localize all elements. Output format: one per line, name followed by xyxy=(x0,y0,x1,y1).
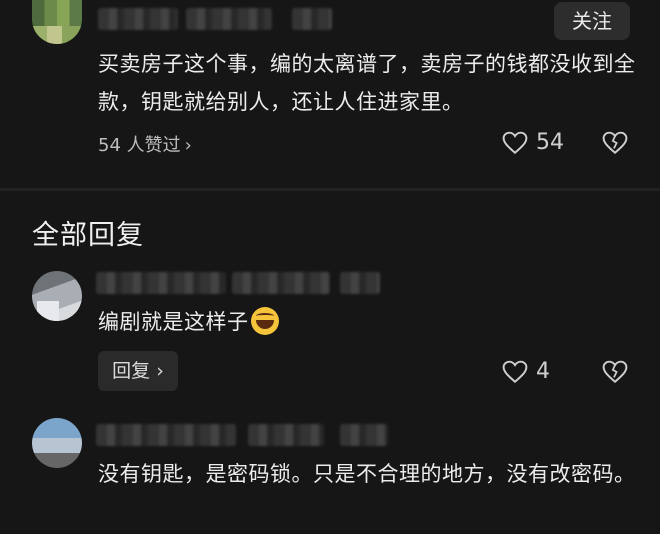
avatar[interactable] xyxy=(32,0,82,44)
chevron-right-icon: › xyxy=(184,135,192,156)
reply-button[interactable]: 回复 › xyxy=(98,351,178,391)
like-count: 4 xyxy=(536,359,550,384)
reply-button-label: 回复 xyxy=(112,360,151,382)
broken-heart-icon[interactable] xyxy=(602,360,628,384)
likes-link[interactable]: 54 人赞过 › xyxy=(98,131,192,157)
heart-outline-icon[interactable] xyxy=(502,131,528,155)
reply-text-line: 编剧就是这样子 xyxy=(98,303,279,341)
user-meta-blurred xyxy=(232,272,330,294)
user-meta-blurred xyxy=(186,8,272,30)
broken-heart-icon[interactable] xyxy=(602,131,628,155)
like-count: 54 xyxy=(536,130,564,155)
user-meta-blurred xyxy=(340,424,388,446)
section-divider xyxy=(0,188,660,191)
username-blurred xyxy=(98,8,178,30)
heart-outline-icon[interactable] xyxy=(502,360,528,384)
chevron-right-icon: › xyxy=(150,360,164,382)
comment-text: 买卖房子这个事，编的太离谱了，卖房子的钱都没收到全款，钥匙就给别人，还让人住进家… xyxy=(98,52,636,114)
reply-text: 编剧就是这样子 xyxy=(98,310,249,334)
avatar[interactable] xyxy=(32,271,82,321)
avatar[interactable] xyxy=(32,418,82,468)
comment-detail-page: 关注 买卖房子这个事，编的太离谱了，卖房子的钱都没收到全款，钥匙就给别人，还让人… xyxy=(0,0,660,534)
top-comment: 关注 买卖房子这个事，编的太离谱了，卖房子的钱都没收到全款，钥匙就给别人，还让人… xyxy=(0,0,660,190)
user-meta-blurred xyxy=(248,424,324,446)
user-meta-blurred xyxy=(292,8,332,30)
likes-link-label: 54 人赞过 xyxy=(98,135,181,156)
username-blurred xyxy=(96,424,236,446)
follow-button[interactable]: 关注 xyxy=(554,2,630,40)
laughing-emoji-icon xyxy=(250,307,279,335)
user-meta-blurred xyxy=(340,272,380,294)
reply-text: 没有钥匙，是密码锁。只是不合理的地方，没有改密码。 xyxy=(98,462,636,486)
username-blurred xyxy=(96,272,226,294)
replies-title: 全部回复 xyxy=(32,220,144,251)
